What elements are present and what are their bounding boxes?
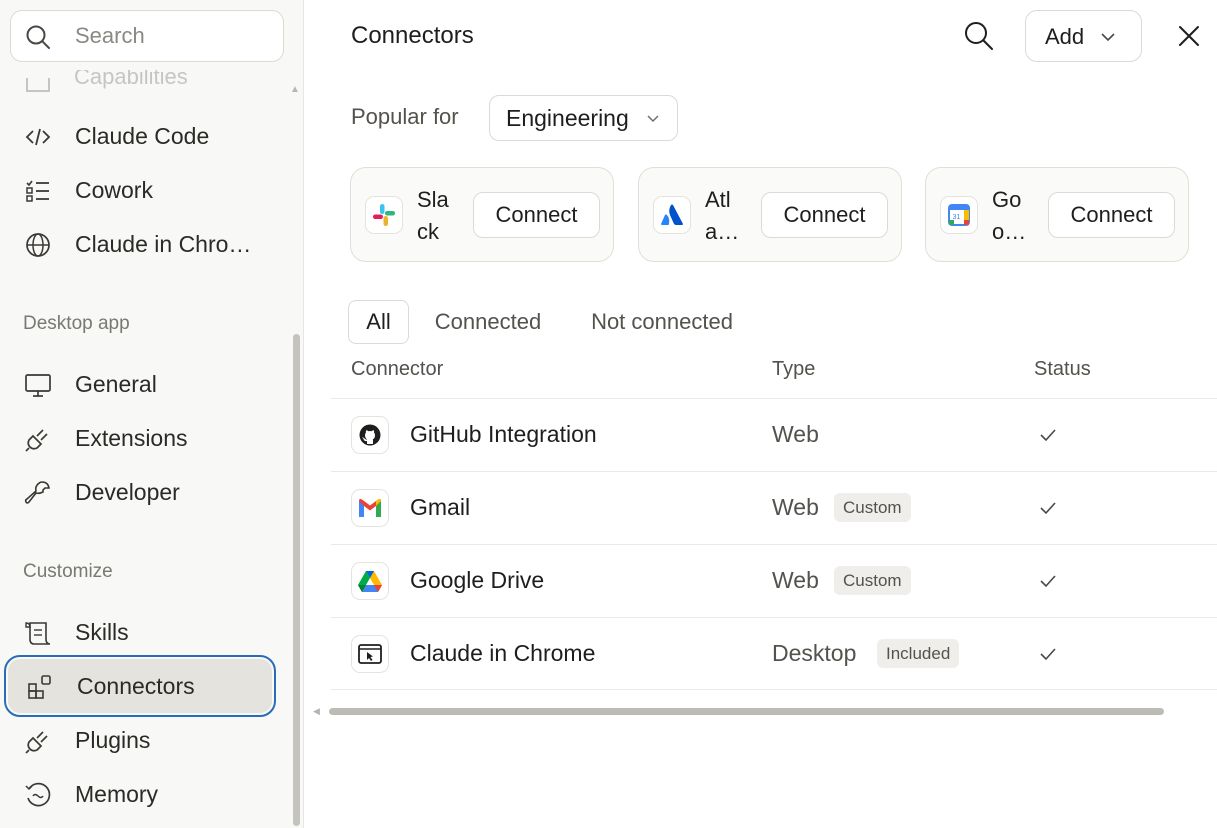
sidebar-item-claude-code[interactable]: Claude Code	[6, 109, 274, 163]
sidebar-item-label: Developer	[75, 479, 180, 505]
connector-name: Gmail	[410, 494, 471, 520]
scroll-up-caret-icon[interactable]: ▲	[290, 84, 300, 95]
popular-category-value: Engineering	[506, 105, 629, 131]
sidebar-item-claude-in-chrome[interactable]: Claude in Chro…	[6, 217, 274, 271]
popular-card-name: Atl a…	[705, 187, 740, 244]
scroll-left-caret-icon[interactable]: ◀	[313, 706, 320, 717]
code-icon	[24, 123, 52, 151]
connectors-panel: Connectors Add Popular for Engineering S…	[305, 0, 1217, 828]
sidebar-item-skills[interactable]: Skills	[6, 605, 274, 659]
checkmark-icon	[1040, 648, 1056, 661]
connector-name: GitHub Integration	[410, 421, 597, 447]
sidebar-search-input[interactable]	[75, 21, 275, 51]
sidebar-item-memory[interactable]: Memory	[6, 767, 274, 821]
checkmark-icon	[1040, 429, 1056, 442]
connector-type: Web	[772, 494, 819, 520]
column-header-type[interactable]: Type	[772, 358, 815, 381]
wrench-icon	[24, 479, 52, 507]
add-connector-button[interactable]: Add	[1025, 10, 1142, 62]
table-row[interactable]: Google Drive Web Custom	[331, 544, 1217, 617]
sidebar-item-general[interactable]: General	[6, 357, 274, 411]
popular-card-google-calendar: 31 Go o… Connect	[925, 167, 1189, 262]
status-badge: Custom	[834, 493, 911, 522]
sidebar-item-label: Memory	[75, 781, 159, 807]
checklist-icon	[24, 177, 52, 205]
google-drive-icon	[351, 562, 389, 600]
connector-type: Desktop	[772, 640, 857, 666]
status-badge: Custom	[834, 566, 911, 595]
sidebar-item-capabilities[interactable]: Capabilities	[22, 70, 282, 92]
sidebar-item-cowork[interactable]: Cowork	[6, 163, 274, 217]
status-badge: Included	[877, 639, 960, 668]
sidebar-item-label: General	[75, 371, 157, 397]
column-header-connector[interactable]: Connector	[351, 358, 443, 381]
google-calendar-icon: 31	[940, 196, 978, 234]
sidebar-item-connectors[interactable]: Connectors	[4, 655, 276, 717]
chrome-window-icon	[351, 635, 389, 673]
connect-slack-button[interactable]: Connect	[473, 192, 600, 238]
checkmark-icon	[1040, 575, 1056, 588]
table-row[interactable]: Claude in Chrome Desktop Included	[331, 617, 1217, 690]
sidebar-item-extensions[interactable]: Extensions	[6, 411, 274, 465]
sidebar-item-label: Plugins	[75, 727, 151, 753]
sidebar-scrollbar[interactable]	[293, 334, 300, 826]
search-icon[interactable]	[963, 20, 995, 52]
github-icon	[351, 416, 389, 454]
popular-for-label: Popular for	[351, 104, 459, 129]
chevron-down-icon	[1101, 33, 1115, 42]
section-label-desktop-app: Desktop app	[23, 313, 130, 334]
atlassian-icon	[653, 196, 691, 234]
connector-type: Web	[772, 421, 819, 447]
tab-not-connected[interactable]: Not connected	[579, 300, 745, 344]
sidebar-item-label: Claude Code	[75, 123, 210, 149]
globe-icon	[24, 231, 52, 259]
connect-atlassian-button[interactable]: Connect	[761, 192, 888, 238]
column-header-status[interactable]: Status	[1034, 358, 1091, 381]
sidebar-item-label: Extensions	[75, 425, 188, 451]
popular-card-atlassian: Atl a… Connect	[638, 167, 902, 262]
sidebar-item-label: Connectors	[77, 673, 195, 699]
search-icon	[26, 25, 50, 49]
sidebar-item-developer[interactable]: Developer	[6, 465, 274, 519]
popular-card-name: Go o…	[992, 187, 1027, 244]
chevron-down-icon	[647, 115, 659, 122]
sidebar-item-label: Cowork	[75, 177, 153, 203]
connector-name: Claude in Chrome	[410, 640, 596, 666]
plug-icon	[24, 727, 52, 755]
popular-card-slack: Slack Connect	[350, 167, 614, 262]
checkmark-icon	[1040, 502, 1056, 515]
add-button-label: Add	[1045, 24, 1085, 49]
table-row[interactable]: GitHub Integration Web	[331, 398, 1217, 471]
gmail-icon	[351, 489, 389, 527]
sidebar-item-label: Skills	[75, 619, 129, 645]
slack-icon	[365, 196, 403, 234]
section-label-customize: Customize	[23, 561, 113, 582]
blocks-icon	[26, 673, 54, 701]
memory-icon	[24, 781, 52, 809]
table-row[interactable]: Gmail Web Custom	[331, 471, 1217, 544]
horizontal-scrollbar-thumb[interactable]	[329, 708, 1164, 715]
connect-google-calendar-button[interactable]: Connect	[1048, 192, 1175, 238]
tab-connected[interactable]: Connected	[423, 300, 553, 344]
sidebar-item-plugins[interactable]: Plugins	[6, 713, 274, 767]
connector-type: Web	[772, 567, 819, 593]
svg-text:31: 31	[953, 214, 961, 221]
sidebar-item-label: Claude in Chro…	[75, 231, 252, 257]
popular-card-name: Slack	[417, 187, 449, 244]
capabilities-icon	[26, 78, 50, 92]
connector-name: Google Drive	[410, 567, 545, 593]
close-icon[interactable]	[1175, 22, 1203, 50]
page-title: Connectors	[351, 22, 474, 49]
sidebar-item-label: Capabilities	[74, 70, 188, 89]
monitor-icon	[24, 371, 52, 399]
tab-all[interactable]: All	[348, 300, 409, 344]
popular-category-select[interactable]: Engineering	[489, 95, 678, 141]
horizontal-scrollbar[interactable]: ◀	[313, 704, 1193, 718]
plug-icon	[24, 425, 52, 453]
scroll-icon	[24, 619, 52, 647]
settings-sidebar: Capabilities ▲ Claude Code Cowork Claude…	[0, 0, 304, 828]
sidebar-search[interactable]	[10, 10, 284, 62]
